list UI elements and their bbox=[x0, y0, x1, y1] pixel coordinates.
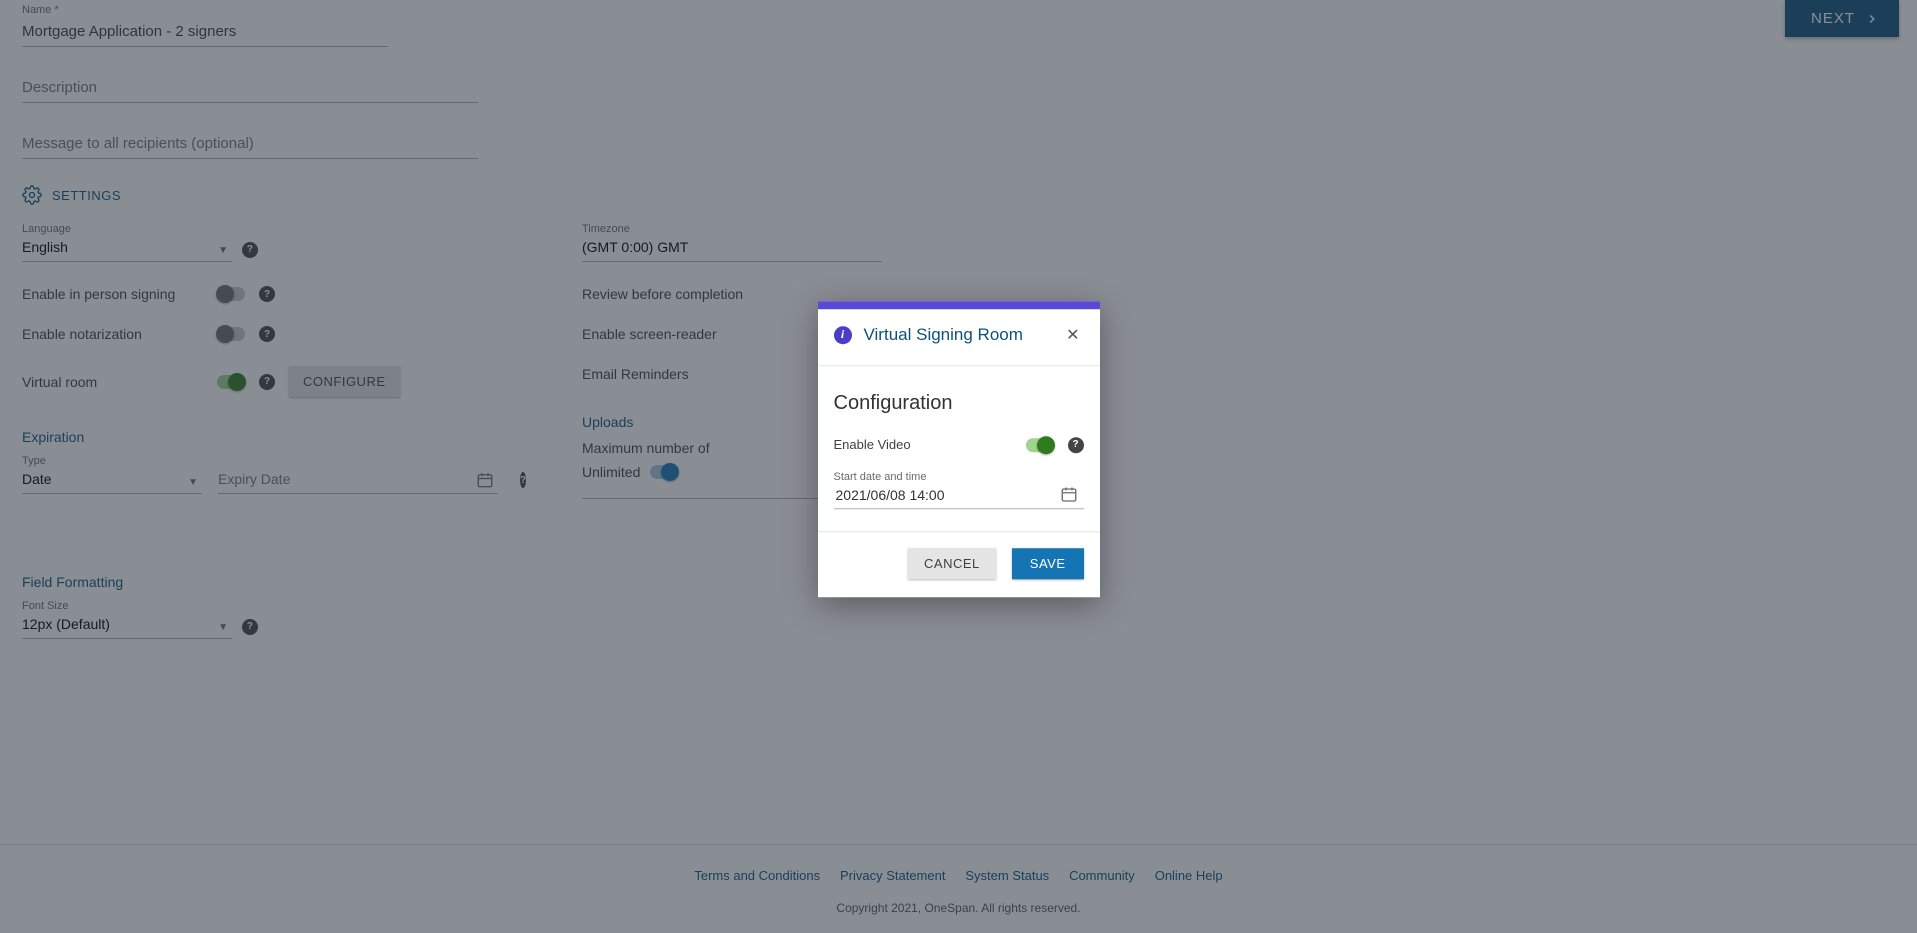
save-button[interactable]: SAVE bbox=[1012, 548, 1084, 579]
start-datetime-input[interactable] bbox=[834, 486, 974, 504]
start-datetime-label: Start date and time bbox=[834, 471, 1084, 483]
modal-accent-bar bbox=[818, 301, 1100, 309]
enable-video-label: Enable Video bbox=[834, 437, 1026, 452]
calendar-icon[interactable] bbox=[1060, 485, 1078, 506]
enable-video-toggle[interactable] bbox=[1026, 438, 1054, 452]
help-icon[interactable]: ? bbox=[1068, 437, 1084, 453]
close-icon[interactable]: ✕ bbox=[1062, 323, 1083, 347]
cancel-button[interactable]: CANCEL bbox=[908, 548, 996, 579]
info-icon: i bbox=[834, 326, 852, 344]
modal-config-heading: Configuration bbox=[834, 392, 1084, 415]
virtual-signing-room-modal: i Virtual Signing Room ✕ Configuration E… bbox=[818, 301, 1100, 597]
modal-title: Virtual Signing Room bbox=[864, 325, 1051, 345]
